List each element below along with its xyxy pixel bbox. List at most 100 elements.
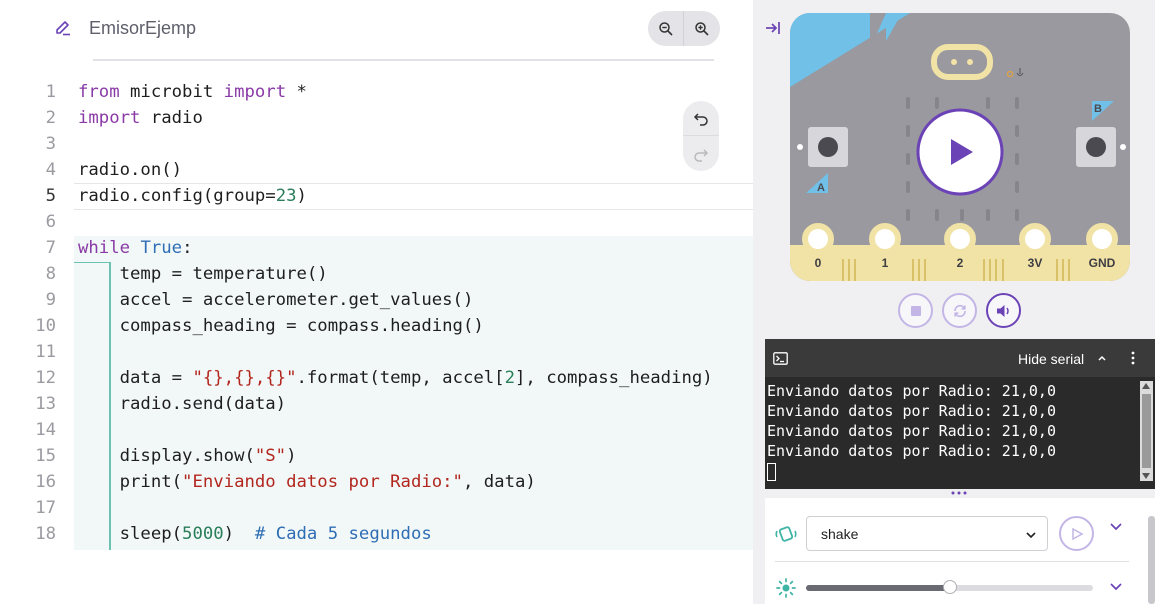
chevron-down-icon[interactable]	[1109, 582, 1123, 592]
scroll-down-arrow[interactable]	[1142, 473, 1150, 479]
zoom-in-icon	[695, 21, 709, 36]
terminal-icon	[773, 352, 788, 365]
gesture-select[interactable]: shake	[806, 516, 1048, 551]
code-line[interactable]: 7 while True:	[0, 235, 753, 261]
line-number: 13	[35, 394, 56, 414]
light-level-fill	[806, 585, 950, 591]
code-line[interactable]: 1 from microbit import *	[0, 79, 753, 105]
code-token: # Cada 5 segundos	[254, 524, 432, 544]
code-token: radio.config(group=	[78, 186, 276, 206]
line-number: 4	[45, 160, 56, 180]
undo-icon	[693, 113, 708, 126]
code-text: data = "{},{},{}".format(temp, accel[2],…	[78, 365, 755, 391]
serial-header: Hide serial	[765, 339, 1155, 377]
code-line[interactable]: 12 data = "{},{},{}".format(temp, accel[…	[0, 365, 753, 391]
pencil-icon[interactable]	[54, 19, 72, 37]
code-text: from microbit import *	[78, 79, 755, 105]
code-text: display.show("S")	[78, 443, 755, 469]
more-options-icon[interactable]	[1130, 350, 1136, 366]
code-text: compass_heading = compass.heading()	[78, 313, 755, 339]
collapse-right-icon[interactable]	[763, 18, 783, 38]
code-line[interactable]: 6	[0, 209, 753, 235]
light-level-thumb[interactable]	[942, 580, 957, 594]
light-level-slider[interactable]	[806, 580, 1093, 594]
sun-icon	[776, 578, 796, 598]
serial-monitor: Hide serial Enviando datos por Radio: 21…	[765, 339, 1155, 489]
code-line[interactable]: 2 import radio	[0, 105, 753, 131]
code-line[interactable]: 15 display.show("S")	[0, 443, 753, 469]
project-name[interactable]: EmisorEjemp	[89, 18, 196, 39]
code-token: "Enviando datos por Radio:"	[182, 472, 463, 492]
sensor-panel: shake	[765, 498, 1155, 604]
line-number: 15	[35, 446, 56, 466]
sensor-scrollbar[interactable]	[1148, 516, 1155, 604]
line-number: 18	[35, 524, 56, 544]
serial-line: Enviando datos por Radio: 21,0,0	[767, 442, 1056, 460]
project-bar: EmisorEjemp	[0, 0, 753, 61]
zoom-in-button[interactable]	[684, 11, 720, 46]
svg-text:1: 1	[882, 256, 889, 270]
serial-resize-handle[interactable]	[950, 490, 968, 496]
simulator-pane: A B 0 1 2 3V GND Hide serial Enviando da…	[753, 0, 1155, 604]
simulator-controls	[898, 293, 1023, 329]
code-line[interactable]: 11	[0, 339, 753, 365]
code-line[interactable]: 9 accel = accelerometer.get_values()	[0, 287, 753, 313]
app: EmisorEjemp 1 from microbit import * 2 i…	[0, 0, 1155, 604]
sound-button[interactable]	[986, 293, 1021, 328]
line-number: 7	[45, 238, 56, 258]
reset-button[interactable]	[942, 293, 977, 328]
serial-scroll-thumb[interactable]	[1142, 394, 1151, 468]
code-line[interactable]: 16 print("Enviando datos por Radio:", da…	[0, 469, 753, 495]
code-token: temp = temperature()	[78, 264, 328, 284]
code-token: import	[78, 108, 141, 128]
code-line[interactable]: 14	[0, 417, 753, 443]
zoom-controls	[648, 11, 720, 46]
serial-scrollbar[interactable]	[1140, 381, 1153, 481]
hide-serial-button[interactable]: Hide serial	[1018, 351, 1084, 367]
code-line[interactable]: 13 radio.send(data)	[0, 391, 753, 417]
code-line[interactable]: 10 compass_heading = compass.heading()	[0, 313, 753, 339]
line-number: 6	[45, 212, 56, 232]
code-line[interactable]: 8 temp = temperature()	[0, 261, 753, 287]
microbit-board: A B 0 1 2 3V GND	[790, 13, 1130, 281]
code-token: compass_heading = compass.heading()	[78, 316, 484, 336]
serial-line: Enviando datos por Radio: 21,0,0	[767, 382, 1056, 400]
code-token: .format(temp, accel[	[296, 368, 505, 388]
sound-icon	[996, 304, 1009, 317]
serial-output[interactable]: Enviando datos por Radio: 21,0,0 Enviand…	[767, 381, 1137, 481]
line-number: 11	[35, 342, 56, 362]
scroll-up-arrow[interactable]	[1142, 383, 1150, 389]
code-line[interactable]: 5 radio.config(group=23)	[0, 183, 753, 209]
zoom-out-button[interactable]	[648, 11, 684, 46]
code-text: radio.send(data)	[78, 391, 755, 417]
line-number: 9	[45, 290, 56, 310]
code-token: accel = accelerometer.get_values()	[78, 290, 474, 310]
stop-button[interactable]	[898, 293, 933, 328]
chevron-down-icon[interactable]	[1109, 522, 1123, 532]
chevron-up-icon[interactable]	[1096, 352, 1108, 364]
code-text: while True:	[78, 235, 755, 261]
code-line[interactable]: 18 sleep(5000) # Cada 5 segundos	[0, 521, 753, 547]
redo-button[interactable]	[683, 136, 719, 171]
code-line[interactable]: 4 radio.on()	[0, 157, 753, 183]
code-token: 23	[275, 186, 297, 206]
code-token: "S"	[254, 446, 287, 466]
code-text: radio.config(group=23)	[78, 183, 755, 209]
serial-input-line[interactable]	[767, 461, 1137, 481]
undo-button[interactable]	[683, 101, 719, 136]
play-button[interactable]	[916, 108, 1004, 196]
zoom-out-icon	[658, 21, 673, 36]
line-number: 8	[45, 264, 56, 284]
line-number: 14	[35, 420, 56, 440]
code-editor[interactable]: 1 from microbit import * 2 import radio 3 4 ra…	[0, 79, 753, 559]
code-token: microbit	[119, 82, 224, 102]
code-text: import radio	[78, 105, 755, 131]
code-line[interactable]: 17	[0, 495, 753, 521]
code-token: )	[296, 186, 307, 206]
code-token: *	[286, 82, 307, 102]
code-line[interactable]: 3	[0, 131, 753, 157]
send-gesture-button[interactable]	[1059, 516, 1094, 551]
svg-text:2: 2	[957, 256, 964, 270]
line-number: 3	[45, 134, 56, 154]
pin-gnd[interactable]: GND	[1086, 223, 1118, 270]
